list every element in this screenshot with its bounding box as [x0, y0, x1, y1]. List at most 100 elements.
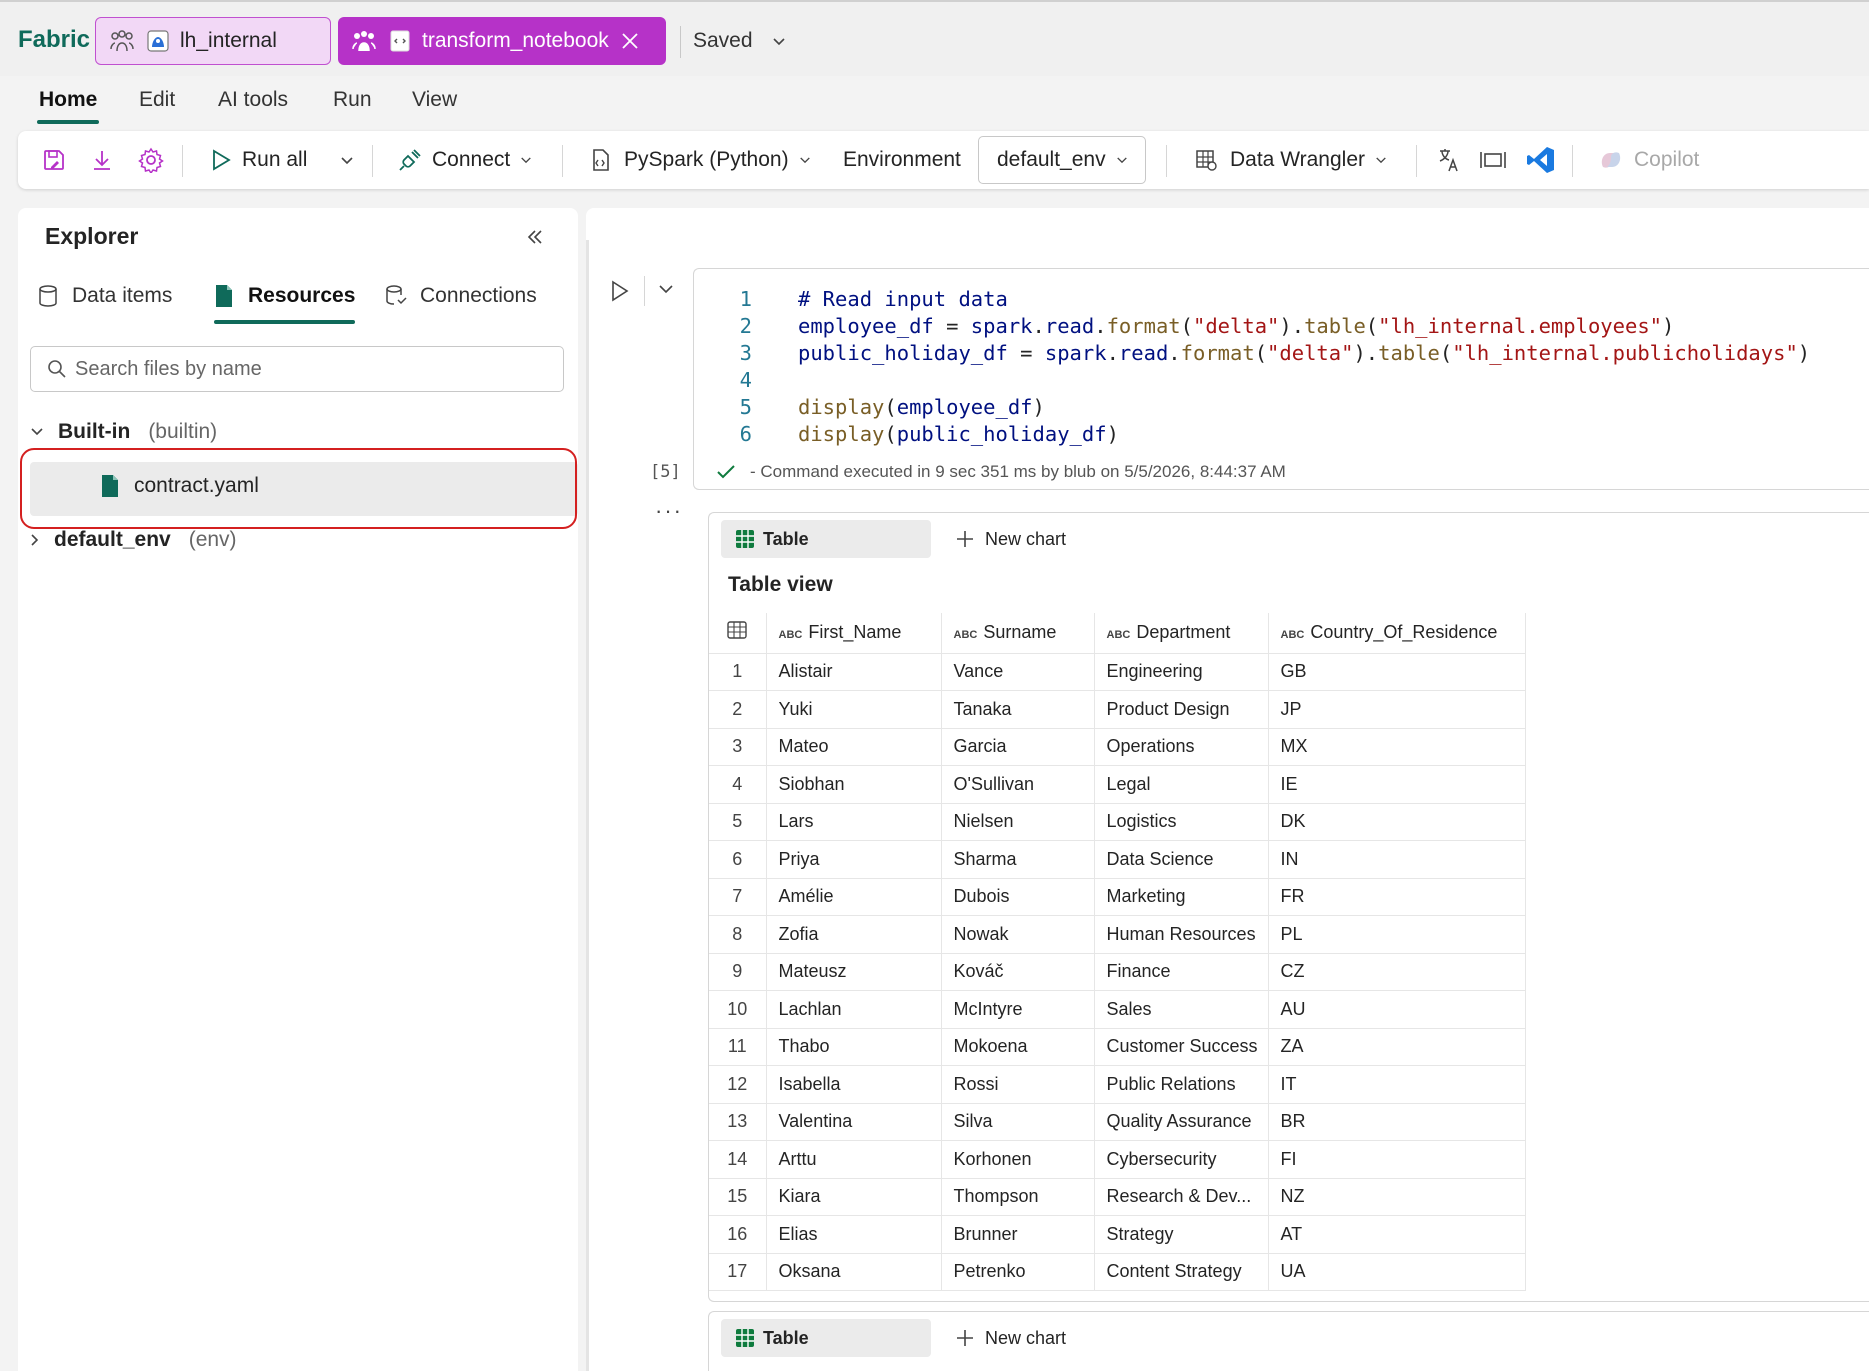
- table-cell[interactable]: Vance: [941, 653, 1095, 691]
- tab-home[interactable]: Home: [36, 88, 100, 124]
- table-cell[interactable]: Sharma: [941, 840, 1095, 879]
- table-cell[interactable]: NZ: [1268, 1178, 1526, 1216]
- table-cell[interactable]: Quality Assurance: [1094, 1103, 1269, 1141]
- table-cell[interactable]: GB: [1268, 653, 1526, 691]
- connect-button[interactable]: Connect: [398, 131, 532, 189]
- table-cell[interactable]: Product Design: [1094, 690, 1269, 729]
- table-cell[interactable]: Finance: [1094, 953, 1269, 991]
- table-cell[interactable]: BR: [1268, 1103, 1526, 1141]
- column-header[interactable]: ABC Department: [1094, 613, 1269, 654]
- table-cell[interactable]: Tanaka: [941, 690, 1095, 729]
- table-row[interactable]: 13 Valentina Silva Quality Assurance BR: [709, 1103, 1526, 1141]
- table-row[interactable]: 16 Elias Brunner Strategy AT: [709, 1215, 1526, 1254]
- table-cell[interactable]: Siobhan: [766, 765, 942, 804]
- row-index-cell[interactable]: 6: [709, 840, 767, 879]
- language-selector[interactable]: PySpark (Python): [588, 131, 811, 189]
- table-cell[interactable]: Garcia: [941, 728, 1095, 766]
- row-index-cell[interactable]: 12: [709, 1065, 767, 1104]
- row-index-cell[interactable]: 10: [709, 990, 767, 1029]
- select-all-cell[interactable]: [709, 613, 767, 654]
- table-row[interactable]: 6 Priya Sharma Data Science IN: [709, 840, 1526, 879]
- vscode-button[interactable]: [1526, 131, 1556, 189]
- row-index-cell[interactable]: 15: [709, 1178, 767, 1216]
- table-cell[interactable]: Rossi: [941, 1065, 1095, 1104]
- table-cell[interactable]: Human Resources: [1094, 915, 1269, 954]
- save-status[interactable]: Saved: [680, 26, 786, 58]
- environment-select[interactable]: default_env: [978, 136, 1146, 184]
- table-cell[interactable]: DK: [1268, 803, 1526, 841]
- table-cell[interactable]: Logistics: [1094, 803, 1269, 841]
- row-index-cell[interactable]: 17: [709, 1253, 767, 1291]
- table-row[interactable]: 2 Yuki Tanaka Product Design JP: [709, 690, 1526, 729]
- table-cell[interactable]: Public Relations: [1094, 1065, 1269, 1104]
- tab-ai-tools[interactable]: AI tools: [218, 88, 288, 112]
- table-cell[interactable]: Silva: [941, 1103, 1095, 1141]
- table-row[interactable]: 11 Thabo Mokoena Customer Success ZA: [709, 1028, 1526, 1066]
- more-options-icon[interactable]: ···: [655, 498, 683, 524]
- collapse-panel-button[interactable]: [526, 226, 544, 252]
- copilot-button[interactable]: Copilot: [1598, 131, 1699, 189]
- column-header[interactable]: ABC Surname: [941, 613, 1095, 654]
- table-cell[interactable]: FI: [1268, 1140, 1526, 1179]
- row-index-cell[interactable]: 8: [709, 915, 767, 954]
- table-view-button[interactable]: Table: [721, 1319, 931, 1357]
- tree-node-default-env[interactable]: default_env (env): [30, 528, 237, 552]
- table-row[interactable]: 15 Kiara Thompson Research & Dev... NZ: [709, 1178, 1526, 1216]
- chevron-down-icon[interactable]: [658, 284, 674, 296]
- table-cell[interactable]: Mateusz: [766, 953, 942, 991]
- tree-node-builtin[interactable]: Built-in (builtin): [30, 420, 217, 444]
- tab-resources[interactable]: Resources: [214, 284, 356, 324]
- table-cell[interactable]: IE: [1268, 765, 1526, 804]
- new-chart-button[interactable]: New chart: [941, 1319, 1066, 1357]
- table-cell[interactable]: Petrenko: [941, 1253, 1095, 1291]
- table-cell[interactable]: Arttu: [766, 1140, 942, 1179]
- table-cell[interactable]: Brunner: [941, 1215, 1095, 1254]
- table-cell[interactable]: Thabo: [766, 1028, 942, 1066]
- table-row[interactable]: 14 Arttu Korhonen Cybersecurity FI: [709, 1140, 1526, 1179]
- table-cell[interactable]: Nielsen: [941, 803, 1095, 841]
- run-all-dropdown[interactable]: [340, 131, 354, 189]
- tab-run[interactable]: Run: [333, 88, 372, 112]
- table-row[interactable]: 17 Oksana Petrenko Content Strategy UA: [709, 1253, 1526, 1291]
- tab-edit[interactable]: Edit: [139, 88, 175, 112]
- table-cell[interactable]: IT: [1268, 1065, 1526, 1104]
- table-cell[interactable]: Isabella: [766, 1065, 942, 1104]
- table-cell[interactable]: Engineering: [1094, 653, 1269, 691]
- table-cell[interactable]: CZ: [1268, 953, 1526, 991]
- table-row[interactable]: 8 Zofia Nowak Human Resources PL: [709, 915, 1526, 954]
- table-row[interactable]: 1 Alistair Vance Engineering GB: [709, 653, 1526, 691]
- table-cell[interactable]: Data Science: [1094, 840, 1269, 879]
- window-tab-notebook[interactable]: transform_notebook: [338, 17, 666, 65]
- table-cell[interactable]: Cybersecurity: [1094, 1140, 1269, 1179]
- close-icon[interactable]: [621, 32, 639, 50]
- table-cell[interactable]: Legal: [1094, 765, 1269, 804]
- table-cell[interactable]: Zofia: [766, 915, 942, 954]
- save-button[interactable]: [42, 131, 66, 189]
- translate-button[interactable]: [1436, 131, 1462, 189]
- table-cell[interactable]: AT: [1268, 1215, 1526, 1254]
- row-index-cell[interactable]: 1: [709, 653, 767, 691]
- download-button[interactable]: [90, 131, 114, 189]
- table-cell[interactable]: Content Strategy: [1094, 1253, 1269, 1291]
- table-cell[interactable]: Strategy: [1094, 1215, 1269, 1254]
- row-index-cell[interactable]: 11: [709, 1028, 767, 1066]
- table-cell[interactable]: Kováč: [941, 953, 1095, 991]
- table-cell[interactable]: McIntyre: [941, 990, 1095, 1029]
- row-index-cell[interactable]: 9: [709, 953, 767, 991]
- settings-button[interactable]: [138, 131, 164, 189]
- run-cell-button[interactable]: [610, 280, 630, 302]
- table-cell[interactable]: Kiara: [766, 1178, 942, 1216]
- table-cell[interactable]: Lachlan: [766, 990, 942, 1029]
- table-cell[interactable]: Alistair: [766, 653, 942, 691]
- table-cell[interactable]: Nowak: [941, 915, 1095, 954]
- table-cell[interactable]: MX: [1268, 728, 1526, 766]
- table-cell[interactable]: Lars: [766, 803, 942, 841]
- row-index-cell[interactable]: 5: [709, 803, 767, 841]
- app-brand[interactable]: Fabric: [18, 26, 90, 54]
- table-cell[interactable]: Mateo: [766, 728, 942, 766]
- run-all-button[interactable]: Run all: [210, 131, 307, 189]
- data-wrangler-button[interactable]: Data Wrangler: [1194, 131, 1387, 189]
- row-index-cell[interactable]: 3: [709, 728, 767, 766]
- row-index-cell[interactable]: 7: [709, 878, 767, 916]
- table-row[interactable]: 9 Mateusz Kováč Finance CZ: [709, 953, 1526, 991]
